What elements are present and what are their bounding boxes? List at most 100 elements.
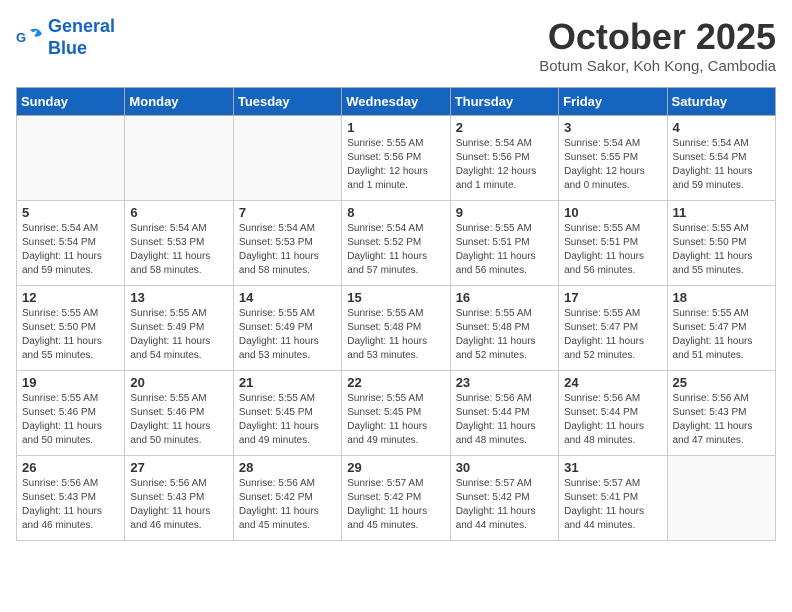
day-detail: Sunrise: 5:57 AM Sunset: 5:42 PM Dayligh… — [347, 477, 444, 533]
calendar-cell: 30Sunrise: 5:57 AM Sunset: 5:42 PM Dayli… — [450, 456, 558, 541]
day-detail: Sunrise: 5:56 AM Sunset: 5:43 PM Dayligh… — [673, 392, 770, 448]
day-number: 28 — [239, 460, 336, 475]
calendar-cell: 31 Sunrise: 5:57 AM Sunset: 5:41 PM Dayli… — [559, 456, 667, 541]
day-number: 31 — [564, 460, 661, 475]
weekday-header-tuesday: Tuesday — [233, 88, 341, 116]
calendar-cell: 16 Sunrise: 5:55 AM Sunset: 5:48 PM Dayli… — [450, 286, 558, 371]
day-number: 12 — [22, 290, 119, 305]
calendar-cell: 8Sunrise: 5:54 AM Sunset: 5:52 PM Daylig… — [342, 201, 450, 286]
page-header: G General Blue October 2025 Botum Sakor,… — [16, 16, 776, 75]
day-detail: Sunrise: 5:55 AM Sunset: 5:51 PM Dayligh… — [564, 222, 661, 278]
calendar-cell: 28 Sunrise: 5:56 AM Sunset: 5:42 PM Dayli… — [233, 456, 341, 541]
day-detail: Sunrise: 5:56 AM Sunset: 5:42 PM Dayligh… — [239, 477, 336, 533]
svg-text:G: G — [16, 30, 26, 45]
calendar-cell: 3Sunrise: 5:54 AM Sunset: 5:55 PM Daylig… — [559, 116, 667, 201]
title-block: October 2025 Botum Sakor, Koh Kong, Camb… — [539, 16, 776, 75]
day-number: 20 — [130, 375, 227, 390]
calendar-cell: 25 Sunrise: 5:56 AM Sunset: 5:43 PM Dayli… — [667, 371, 775, 456]
calendar-cell: 11Sunrise: 5:55 AM Sunset: 5:50 PM Dayli… — [667, 201, 775, 286]
day-detail: Sunrise: 5:54 AM Sunset: 5:53 PM Dayligh… — [130, 222, 227, 278]
calendar-cell — [233, 116, 341, 201]
weekday-header-monday: Monday — [125, 88, 233, 116]
day-detail: Sunrise: 5:55 AM Sunset: 5:49 PM Dayligh… — [130, 307, 227, 363]
calendar-table: SundayMondayTuesdayWednesdayThursdayFrid… — [16, 87, 776, 541]
day-number: 15 — [347, 290, 444, 305]
day-detail: Sunrise: 5:55 AM Sunset: 5:50 PM Dayligh… — [673, 222, 770, 278]
location-subtitle: Botum Sakor, Koh Kong, Cambodia — [539, 58, 776, 75]
calendar-cell: 5 Sunrise: 5:54 AM Sunset: 5:54 PM Daylig… — [17, 201, 125, 286]
day-number: 10 — [564, 205, 661, 220]
day-detail: Sunrise: 5:55 AM Sunset: 5:45 PM Dayligh… — [239, 392, 336, 448]
calendar-cell: 22 Sunrise: 5:55 AM Sunset: 5:45 PM Dayli… — [342, 371, 450, 456]
week-row-3: 12 Sunrise: 5:55 AM Sunset: 5:50 PM Dayli… — [17, 286, 776, 371]
day-detail: Sunrise: 5:54 AM Sunset: 5:53 PM Dayligh… — [239, 222, 336, 278]
day-detail: Sunrise: 5:55 AM Sunset: 5:50 PM Dayligh… — [22, 307, 119, 363]
day-number: 18 — [673, 290, 770, 305]
weekday-header-thursday: Thursday — [450, 88, 558, 116]
day-detail: Sunrise: 5:55 AM Sunset: 5:47 PM Dayligh… — [673, 307, 770, 363]
calendar-cell: 12 Sunrise: 5:55 AM Sunset: 5:50 PM Dayli… — [17, 286, 125, 371]
calendar-cell: 20 Sunrise: 5:55 AM Sunset: 5:46 PM Dayli… — [125, 371, 233, 456]
day-number: 14 — [239, 290, 336, 305]
day-number: 1 — [347, 120, 444, 135]
day-detail: Sunrise: 5:54 AM Sunset: 5:54 PM Dayligh… — [22, 222, 119, 278]
calendar-cell: 2Sunrise: 5:54 AM Sunset: 5:56 PM Daylig… — [450, 116, 558, 201]
day-detail: Sunrise: 5:55 AM Sunset: 5:46 PM Dayligh… — [22, 392, 119, 448]
weekday-header-saturday: Saturday — [667, 88, 775, 116]
day-detail: Sunrise: 5:55 AM Sunset: 5:48 PM Dayligh… — [456, 307, 553, 363]
weekday-header-wednesday: Wednesday — [342, 88, 450, 116]
calendar-cell: 24Sunrise: 5:56 AM Sunset: 5:44 PM Dayli… — [559, 371, 667, 456]
calendar-cell: 13 Sunrise: 5:55 AM Sunset: 5:49 PM Dayli… — [125, 286, 233, 371]
day-number: 7 — [239, 205, 336, 220]
calendar-cell: 27Sunrise: 5:56 AM Sunset: 5:43 PM Dayli… — [125, 456, 233, 541]
day-number: 13 — [130, 290, 227, 305]
day-detail: Sunrise: 5:57 AM Sunset: 5:41 PM Dayligh… — [564, 477, 661, 533]
day-detail: Sunrise: 5:55 AM Sunset: 5:51 PM Dayligh… — [456, 222, 553, 278]
calendar-cell — [125, 116, 233, 201]
day-detail: Sunrise: 5:55 AM Sunset: 5:45 PM Dayligh… — [347, 392, 444, 448]
day-number: 24 — [564, 375, 661, 390]
day-detail: Sunrise: 5:55 AM Sunset: 5:48 PM Dayligh… — [347, 307, 444, 363]
calendar-cell — [667, 456, 775, 541]
day-number: 19 — [22, 375, 119, 390]
calendar-cell: 14Sunrise: 5:55 AM Sunset: 5:49 PM Dayli… — [233, 286, 341, 371]
week-row-1: 1 Sunrise: 5:55 AM Sunset: 5:56 PM Daylig… — [17, 116, 776, 201]
week-row-5: 26Sunrise: 5:56 AM Sunset: 5:43 PM Dayli… — [17, 456, 776, 541]
week-row-2: 5 Sunrise: 5:54 AM Sunset: 5:54 PM Daylig… — [17, 201, 776, 286]
day-number: 9 — [456, 205, 553, 220]
logo: G General Blue — [16, 16, 115, 59]
day-detail: Sunrise: 5:55 AM Sunset: 5:47 PM Dayligh… — [564, 307, 661, 363]
day-number: 27 — [130, 460, 227, 475]
day-number: 5 — [22, 205, 119, 220]
day-detail: Sunrise: 5:55 AM Sunset: 5:56 PM Dayligh… — [347, 137, 444, 193]
day-detail: Sunrise: 5:54 AM Sunset: 5:54 PM Dayligh… — [673, 137, 770, 193]
calendar-cell: 23 Sunrise: 5:56 AM Sunset: 5:44 PM Dayli… — [450, 371, 558, 456]
day-number: 4 — [673, 120, 770, 135]
logo-text: General Blue — [48, 16, 115, 59]
calendar-cell — [17, 116, 125, 201]
day-number: 2 — [456, 120, 553, 135]
day-number: 22 — [347, 375, 444, 390]
day-detail: Sunrise: 5:54 AM Sunset: 5:55 PM Dayligh… — [564, 137, 661, 193]
weekday-header-friday: Friday — [559, 88, 667, 116]
calendar-cell: 29Sunrise: 5:57 AM Sunset: 5:42 PM Dayli… — [342, 456, 450, 541]
calendar-cell: 18 Sunrise: 5:55 AM Sunset: 5:47 PM Dayli… — [667, 286, 775, 371]
day-number: 8 — [347, 205, 444, 220]
calendar-cell: 6 Sunrise: 5:54 AM Sunset: 5:53 PM Daylig… — [125, 201, 233, 286]
week-row-4: 19 Sunrise: 5:55 AM Sunset: 5:46 PM Dayli… — [17, 371, 776, 456]
day-number: 30 — [456, 460, 553, 475]
day-number: 23 — [456, 375, 553, 390]
calendar-cell: 1 Sunrise: 5:55 AM Sunset: 5:56 PM Daylig… — [342, 116, 450, 201]
logo-line1: General — [48, 16, 115, 36]
calendar-cell: 7 Sunrise: 5:54 AM Sunset: 5:53 PM Daylig… — [233, 201, 341, 286]
calendar-cell: 21 Sunrise: 5:55 AM Sunset: 5:45 PM Dayli… — [233, 371, 341, 456]
day-number: 6 — [130, 205, 227, 220]
day-detail: Sunrise: 5:55 AM Sunset: 5:46 PM Dayligh… — [130, 392, 227, 448]
calendar-cell: 26Sunrise: 5:56 AM Sunset: 5:43 PM Dayli… — [17, 456, 125, 541]
day-number: 16 — [456, 290, 553, 305]
day-detail: Sunrise: 5:56 AM Sunset: 5:44 PM Dayligh… — [456, 392, 553, 448]
day-number: 21 — [239, 375, 336, 390]
calendar-cell: 10 Sunrise: 5:55 AM Sunset: 5:51 PM Dayli… — [559, 201, 667, 286]
weekday-header-sunday: Sunday — [17, 88, 125, 116]
day-number: 25 — [673, 375, 770, 390]
